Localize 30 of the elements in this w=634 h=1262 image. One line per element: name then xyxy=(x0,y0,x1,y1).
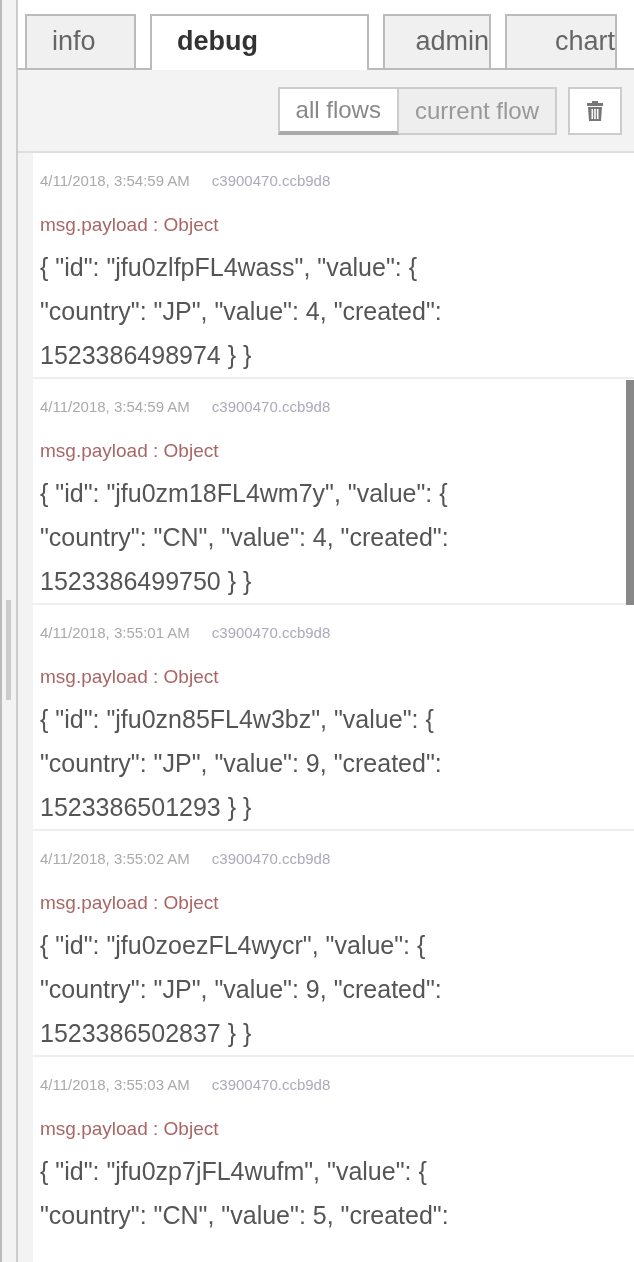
filter-button[interactable]: all flows xyxy=(277,86,399,135)
scrollbar[interactable] xyxy=(626,380,634,605)
node-id-link[interactable]: c3900470.ccb9d8 xyxy=(211,393,331,421)
trash-icon xyxy=(586,100,604,121)
tab[interactable]: chart xyxy=(505,14,617,68)
node-id-link[interactable]: c3900470.ccb9d8 xyxy=(211,1071,331,1099)
payload-text: { "id": "jfu0zn85FL4w3bz", "value": { "country": "JP", "value": 9, "created": 1523386501293 } } xyxy=(40,704,442,823)
message-type-label[interactable]: msg.payload : Object xyxy=(40,889,219,917)
message-type-label[interactable]: msg.payload : Object xyxy=(40,663,219,691)
timestamp: 4/11/2018, 3:54:59 AM xyxy=(40,171,190,191)
payload-text: { "id": "jfu0zoezFL4wycr", "value": { "country": "JP", "value": 9, "created": 1523386502837 } } xyxy=(40,930,442,1049)
message-type-label[interactable]: msg.payload : Object xyxy=(40,211,219,239)
message-type-label[interactable]: msg.payload : Object xyxy=(40,437,219,465)
resize-handle[interactable] xyxy=(6,600,11,700)
delete-button[interactable] xyxy=(568,86,622,135)
tab[interactable]: info xyxy=(25,14,136,68)
tab[interactable]: admin xyxy=(383,14,491,68)
node-id-link[interactable]: c3900470.ccb9d8 xyxy=(211,167,331,195)
node-id-link[interactable]: c3900470.ccb9d8 xyxy=(211,619,331,647)
payload-text: { "id": "jfu0zm18FL4wm7y", "value": { "country": "CN", "value": 4, "created": 1523386499750 } } xyxy=(40,478,449,597)
timestamp: 4/11/2018, 3:55:03 AM xyxy=(40,1075,190,1095)
tab[interactable]: debug xyxy=(150,14,369,70)
node-id-link[interactable]: c3900470.ccb9d8 xyxy=(211,845,331,873)
message-type-label[interactable]: msg.payload : Object xyxy=(40,1115,219,1143)
payload-text: { "id": "jfu0zlfpFL4wass", "value": { "country": "JP", "value": 4, "created": 1523386498974 } } xyxy=(40,252,442,371)
filter-button[interactable]: current flow xyxy=(398,86,557,135)
payload-text: { "id": "jfu0zp7jFL4wufm", "value": { "country": "CN", "value": 5, "created": xyxy=(40,1156,449,1231)
timestamp: 4/11/2018, 3:54:59 AM xyxy=(40,397,190,417)
timestamp: 4/11/2018, 3:55:02 AM xyxy=(40,849,190,869)
timestamp: 4/11/2018, 3:55:01 AM xyxy=(40,623,190,643)
